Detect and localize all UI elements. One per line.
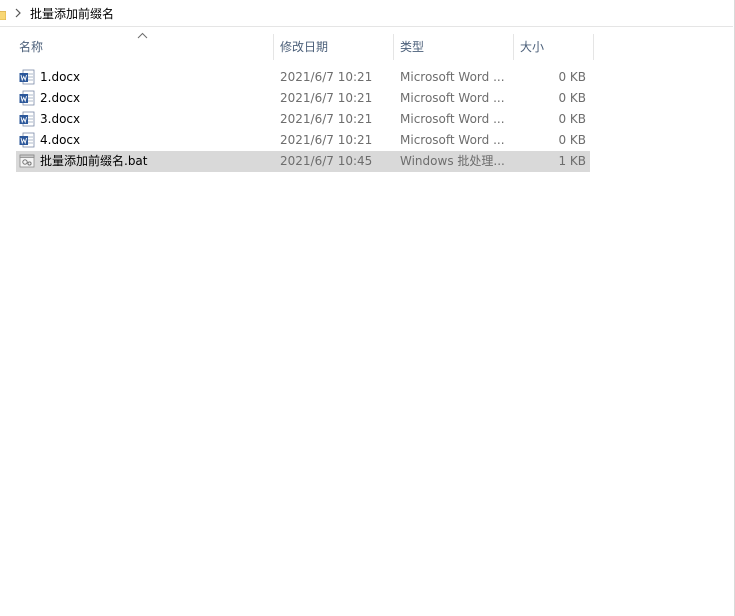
file-name: 批量添加前缀名.bat	[40, 154, 148, 168]
file-date-modified: 2021/6/7 10:21	[280, 133, 373, 147]
column-divider[interactable]	[593, 34, 594, 60]
file-type: Microsoft Word ...	[400, 112, 505, 126]
file-date-modified: 2021/6/7 10:21	[280, 91, 373, 105]
file-size: 0 KB	[558, 70, 586, 84]
file-type: Microsoft Word ...	[400, 91, 505, 105]
column-divider[interactable]	[273, 34, 274, 60]
column-header-size[interactable]: 大小	[520, 34, 593, 60]
word-doc-icon	[19, 69, 35, 85]
file-type: Windows 批处理...	[400, 154, 505, 168]
file-row-selected[interactable]: 批量添加前缀名.bat 2021/6/7 10:45 Windows 批处理..…	[16, 151, 590, 172]
file-list: 1.docx 2021/6/7 10:21 Microsoft Word ...…	[16, 67, 590, 172]
address-bar[interactable]: 批量添加前缀名	[0, 0, 733, 27]
file-size: 0 KB	[558, 112, 586, 126]
column-divider[interactable]	[513, 34, 514, 60]
file-row[interactable]: 3.docx 2021/6/7 10:21 Microsoft Word ...…	[16, 109, 590, 130]
word-doc-icon	[19, 132, 35, 148]
file-name: 3.docx	[40, 112, 81, 126]
file-date-modified: 2021/6/7 10:21	[280, 70, 373, 84]
chevron-right-icon[interactable]	[13, 7, 23, 19]
file-explorer-window: 批量添加前缀名 名称 修改日期 类型 大小 1.docx 2021/6/7 10…	[0, 0, 735, 616]
file-row[interactable]: 2.docx 2021/6/7 10:21 Microsoft Word ...…	[16, 88, 590, 109]
file-name: 1.docx	[40, 70, 81, 84]
batch-file-icon	[19, 154, 35, 168]
column-header-type[interactable]: 类型	[400, 34, 513, 60]
word-doc-icon	[19, 90, 35, 106]
word-doc-icon	[19, 111, 35, 127]
file-type: Microsoft Word ...	[400, 70, 505, 84]
file-name: 2.docx	[40, 91, 81, 105]
file-name: 4.docx	[40, 133, 81, 147]
file-size: 1 KB	[558, 154, 586, 168]
column-header-date[interactable]: 修改日期	[280, 34, 393, 60]
file-date-modified: 2021/6/7 10:21	[280, 112, 373, 126]
column-header-name[interactable]: 名称	[19, 34, 273, 60]
file-type: Microsoft Word ...	[400, 133, 505, 147]
column-divider[interactable]	[393, 34, 394, 60]
file-size: 0 KB	[558, 91, 586, 105]
file-row[interactable]: 1.docx 2021/6/7 10:21 Microsoft Word ...…	[16, 67, 590, 88]
file-size: 0 KB	[558, 133, 586, 147]
column-header: 名称 修改日期 类型 大小	[0, 32, 600, 60]
folder-icon	[0, 10, 6, 20]
breadcrumb-current-folder[interactable]: 批量添加前缀名	[30, 7, 114, 21]
file-date-modified: 2021/6/7 10:45	[280, 154, 373, 168]
file-row[interactable]: 4.docx 2021/6/7 10:21 Microsoft Word ...…	[16, 130, 590, 151]
